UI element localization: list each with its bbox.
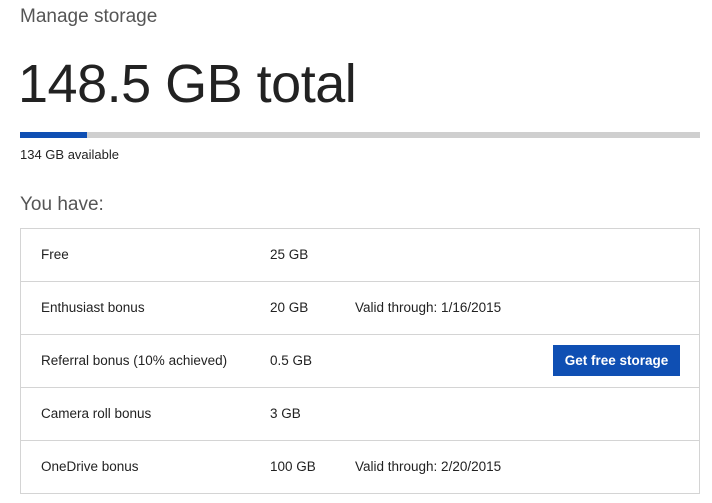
- storage-plans-table: Free 25 GB Enthusiast bonus 20 GB Valid …: [20, 228, 700, 494]
- manage-storage-page: Manage storage 148.5 GB total 134 GB ava…: [0, 0, 712, 503]
- page-subtitle: Manage storage: [20, 6, 158, 27]
- table-row: OneDrive bonus 100 GB Valid through: 2/2…: [21, 440, 699, 493]
- storage-usage-fill: [20, 132, 87, 138]
- plan-name: Referral bonus (10% achieved): [41, 353, 228, 368]
- available-storage-text: 134 GB available: [20, 147, 120, 162]
- plan-name: OneDrive bonus: [41, 459, 139, 474]
- plan-valid-through: Valid through: 1/16/2015: [355, 300, 502, 315]
- plan-name: Enthusiast bonus: [41, 300, 145, 315]
- table-row: Referral bonus (10% achieved) 0.5 GB Get…: [21, 334, 699, 387]
- storage-total: 148.5 GB total: [18, 54, 357, 114]
- you-have-heading: You have:: [20, 194, 104, 215]
- plan-size: 20 GB: [270, 300, 309, 315]
- plan-size: 0.5 GB: [270, 353, 313, 368]
- storage-usage-bar: [20, 132, 700, 138]
- plan-name: Camera roll bonus: [41, 406, 152, 421]
- plan-name: Free: [41, 247, 69, 262]
- plan-size: 100 GB: [270, 459, 316, 474]
- plan-valid-through: Valid through: 2/20/2015: [355, 459, 502, 474]
- plan-size: 3 GB: [270, 406, 301, 421]
- get-free-storage-button[interactable]: Get free storage: [553, 345, 680, 376]
- table-row: Free 25 GB: [21, 229, 699, 281]
- plan-size: 25 GB: [270, 247, 309, 262]
- table-row: Enthusiast bonus 20 GB Valid through: 1/…: [21, 281, 699, 334]
- table-row: Camera roll bonus 3 GB: [21, 387, 699, 440]
